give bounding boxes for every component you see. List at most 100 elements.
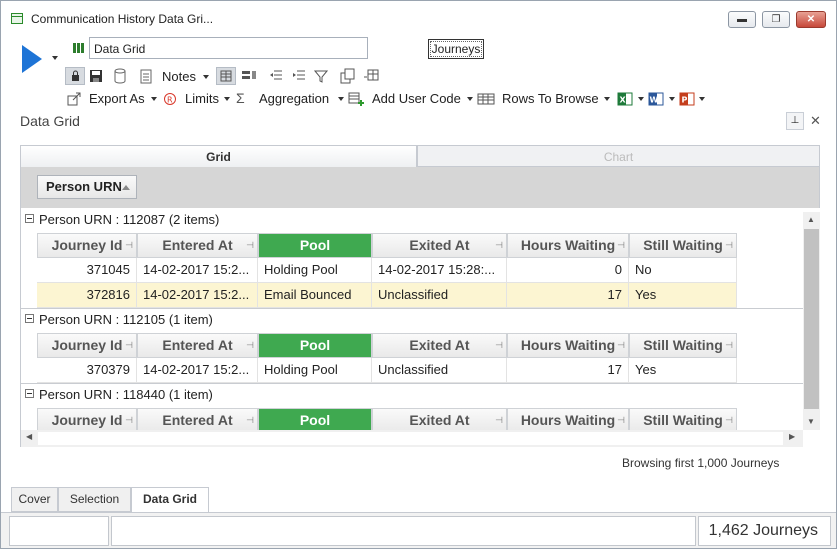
group-rows-icon[interactable] (241, 69, 257, 86)
rows-dropdown-caret[interactable] (604, 97, 610, 101)
column-pin-icon[interactable]: ⊣ (617, 234, 625, 257)
column-pin-icon[interactable]: ⊣ (495, 409, 503, 430)
table-cell[interactable]: 14-02-2017 15:28:... (372, 258, 507, 283)
column-header[interactable]: Journey Id ⊣ (37, 233, 137, 258)
column-pin-icon[interactable]: ⊣ (125, 409, 133, 430)
vertical-scrollbar[interactable]: ▲ ▼ (803, 212, 820, 430)
aggregation-dropdown-caret[interactable] (338, 97, 344, 101)
maximize-button[interactable]: ❐ (762, 11, 790, 28)
minimize-button[interactable]: ▬ (728, 11, 756, 28)
export-as-button[interactable]: Export As (89, 91, 145, 106)
column-header[interactable]: Hours Waiting ⊣ (507, 233, 629, 258)
group-row[interactable]: Person URN : 112105 (1 item) (21, 308, 803, 330)
tab-cover[interactable]: Cover (11, 487, 58, 512)
group-row[interactable]: Person URN : 112087 (2 items) (21, 208, 803, 230)
word-icon[interactable]: W (648, 91, 664, 110)
limits-button[interactable]: Limits (185, 91, 219, 106)
notes-icon[interactable] (140, 69, 152, 87)
aggregation-button[interactable]: Aggregation (259, 91, 329, 106)
column-header[interactable]: Exited At ⊣ (372, 333, 507, 358)
table-cell[interactable]: Unclassified (372, 283, 507, 308)
column-header[interactable]: Entered At ⊣ (137, 233, 258, 258)
column-pin-icon[interactable]: ⊣ (617, 334, 625, 357)
column-pin-icon[interactable]: ⊣ (495, 234, 503, 257)
column-pin-icon[interactable]: ⊣ (246, 409, 254, 430)
column-header[interactable]: Entered At ⊣ (137, 333, 258, 358)
export-icon[interactable] (67, 92, 81, 109)
rows-to-browse-button[interactable]: Rows To Browse (502, 91, 599, 106)
column-pin-icon[interactable]: ⊣ (725, 234, 733, 257)
close-button[interactable]: ✕ (796, 11, 826, 28)
column-pin-icon[interactable]: ⊣ (725, 409, 733, 430)
pin-icon[interactable]: ⊥ (786, 112, 804, 130)
table-cell[interactable]: 0 (507, 258, 629, 283)
column-header[interactable]: Pool (258, 233, 372, 258)
panel-close-icon[interactable]: ✕ (810, 113, 821, 129)
filter-icon[interactable] (313, 69, 329, 86)
export-grid-icon[interactable] (363, 68, 379, 87)
limits-icon[interactable]: R (163, 92, 177, 109)
table-cell[interactable]: Yes (629, 283, 737, 308)
scroll-right-arrow[interactable]: ▶ (789, 432, 795, 441)
copy-icon[interactable] (340, 68, 356, 87)
word-dropdown-caret[interactable] (669, 97, 675, 101)
add-user-code-button[interactable]: Add User Code (372, 91, 461, 106)
journeys-button[interactable]: Journeys (428, 39, 484, 59)
tab-selection[interactable]: Selection (58, 487, 131, 512)
column-header[interactable]: Pool (258, 333, 372, 358)
column-pin-icon[interactable]: ⊣ (617, 409, 625, 430)
tab-data-grid[interactable]: Data Grid (131, 487, 209, 512)
column-header[interactable]: Still Waiting ⊣ (629, 333, 737, 358)
lock-icon[interactable] (65, 67, 85, 85)
excel-dropdown-caret[interactable] (638, 97, 644, 101)
rows-icon[interactable] (477, 92, 495, 109)
column-header[interactable]: Still Waiting ⊣ (629, 408, 737, 430)
column-pin-icon[interactable]: ⊣ (725, 334, 733, 357)
table-cell[interactable]: 370379 (37, 358, 137, 383)
scroll-up-arrow[interactable]: ▲ (806, 213, 816, 227)
column-header[interactable]: Hours Waiting ⊣ (507, 333, 629, 358)
table-cell[interactable]: 17 (507, 358, 629, 383)
column-pin-icon[interactable]: ⊣ (246, 334, 254, 357)
column-header[interactable]: Pool (258, 408, 372, 430)
powerpoint-icon[interactable]: P (679, 91, 695, 110)
column-header[interactable]: Still Waiting ⊣ (629, 233, 737, 258)
collapse-toggle-icon[interactable] (25, 214, 34, 223)
powerpoint-dropdown-caret[interactable] (699, 97, 705, 101)
horizontal-scroll-thumb[interactable] (38, 432, 783, 445)
group-by-chip[interactable]: Person URN (37, 175, 137, 199)
notes-button[interactable]: Notes (162, 69, 196, 84)
column-pin-icon[interactable]: ⊣ (495, 334, 503, 357)
database-icon[interactable] (114, 68, 126, 87)
table-cell[interactable]: 14-02-2017 15:2... (137, 258, 258, 283)
column-header[interactable]: Journey Id ⊣ (37, 333, 137, 358)
save-icon[interactable] (89, 69, 103, 86)
column-header[interactable]: Journey Id ⊣ (37, 408, 137, 430)
collapse-toggle-icon[interactable] (25, 314, 34, 323)
table-cell[interactable]: Holding Pool (258, 258, 372, 283)
tab-grid[interactable]: Grid (20, 145, 417, 167)
table-cell[interactable]: Email Bounced (258, 283, 372, 308)
table-cell[interactable]: 14-02-2017 15:2... (137, 283, 258, 308)
table-cell[interactable]: No (629, 258, 737, 283)
column-header[interactable]: Exited At ⊣ (372, 408, 507, 430)
table-cell[interactable]: 17 (507, 283, 629, 308)
column-pin-icon[interactable]: ⊣ (125, 234, 133, 257)
scroll-thumb[interactable] (804, 229, 819, 409)
table-cell[interactable]: 372816 (37, 283, 137, 308)
scroll-left-arrow[interactable]: ◀ (26, 432, 32, 441)
tab-chart[interactable]: Chart (417, 145, 820, 167)
collapse-toggle-icon[interactable] (25, 389, 34, 398)
column-pin-icon[interactable]: ⊣ (125, 334, 133, 357)
view-name-field[interactable]: Data Grid (89, 37, 368, 59)
run-dropdown-caret[interactable] (52, 56, 58, 60)
column-header[interactable]: Hours Waiting ⊣ (507, 408, 629, 430)
column-header[interactable]: Exited At ⊣ (372, 233, 507, 258)
table-cell[interactable]: Yes (629, 358, 737, 383)
add-user-code-dropdown-caret[interactable] (467, 97, 473, 101)
table-cell[interactable]: Holding Pool (258, 358, 372, 383)
export-dropdown-caret[interactable] (151, 97, 157, 101)
limits-dropdown-caret[interactable] (224, 97, 230, 101)
column-header[interactable]: Entered At ⊣ (137, 408, 258, 430)
column-pin-icon[interactable]: ⊣ (246, 234, 254, 257)
